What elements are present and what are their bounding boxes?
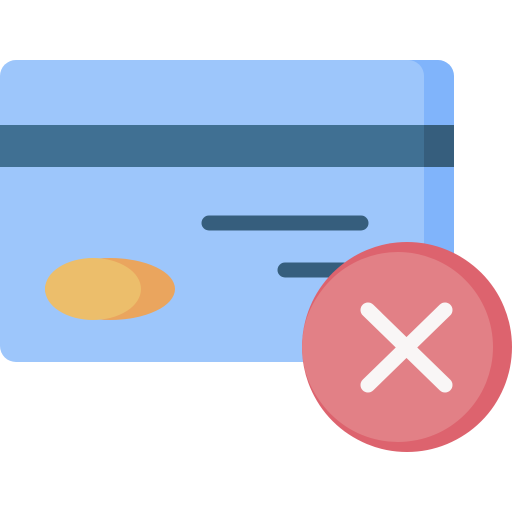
- cancel-badge: [302, 242, 512, 452]
- chip-left: [45, 258, 141, 320]
- magnetic-stripe-edge: [424, 125, 454, 167]
- magnetic-stripe: [0, 125, 424, 167]
- credit-card-declined-icon: [0, 60, 512, 452]
- declined-card-illustration: [0, 0, 512, 512]
